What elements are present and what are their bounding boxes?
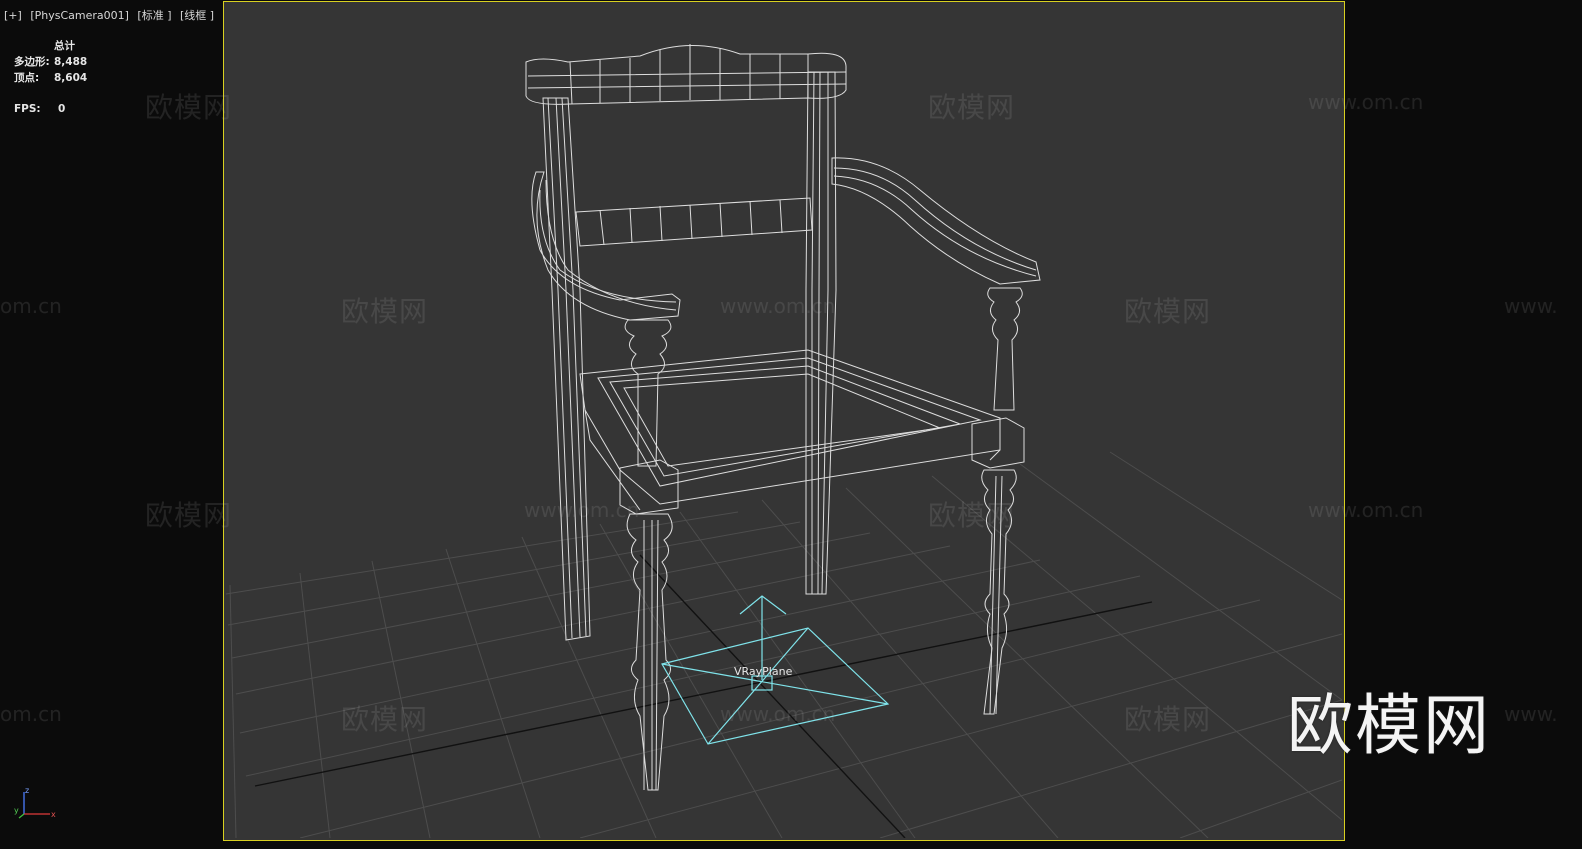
vertices-label: 顶点:	[14, 72, 40, 84]
watermark-url-fragment: www.	[1504, 294, 1558, 318]
watermark-brand: 欧模网	[928, 499, 1016, 532]
brand-logo: 欧模网	[1287, 687, 1491, 764]
viewport-label[interactable]: [+] [PhysCamera001] [标准 ] [线框 ]	[4, 7, 219, 23]
watermark-url: www.om.cn	[720, 702, 836, 726]
watermark-url-fragment: om.cn	[0, 294, 62, 318]
axis-y-label: y	[14, 806, 19, 815]
axis-z-label: z	[25, 786, 29, 795]
scene-statistics: 总计 多边形: 8,488 顶点: 8,604 FPS: 0	[14, 38, 87, 117]
viewport-plus-menu[interactable]: [+]	[4, 9, 22, 22]
viewport-shading-menu[interactable]: [标准 ]	[137, 9, 171, 22]
watermark-url-fragment: om.cn	[0, 702, 62, 726]
stats-header: 总计	[54, 40, 75, 52]
vray-plane-label: VRayPlane	[734, 665, 793, 678]
watermark-url: www.om.cn	[524, 498, 640, 522]
watermark-brand: 欧模网	[341, 703, 429, 736]
fps-label: FPS:	[14, 103, 41, 115]
viewport-display-menu[interactable]: [线框 ]	[180, 9, 214, 22]
polygons-row: 多边形: 8,488	[14, 54, 87, 70]
watermark-url: www.om.cn	[1308, 498, 1424, 522]
watermark-url: www.om.cn	[1308, 90, 1424, 114]
watermark-brand: 欧模网	[1124, 295, 1212, 328]
ground-grid	[225, 451, 1342, 838]
viewport-camera-menu[interactable]: [PhysCamera001]	[30, 9, 129, 22]
watermark-brand: 欧模网	[145, 91, 233, 124]
3d-viewport[interactable]: [+] [PhysCamera001] [标准 ] [线框 ] 总计 多边形: …	[0, 0, 1582, 849]
watermark-brand: 欧模网	[1124, 703, 1212, 736]
watermark-brand: 欧模网	[341, 295, 429, 328]
watermark-brand: 欧模网	[928, 91, 1016, 124]
polygons-value: 8,488	[54, 56, 88, 68]
watermark-brand: 欧模网	[145, 499, 233, 532]
watermark-url: www.om.cn	[720, 294, 836, 318]
axis-tripod-icon: z y x	[14, 786, 56, 819]
watermark-url-fragment: www.	[1504, 702, 1558, 726]
fps-row: FPS: 0	[14, 101, 87, 117]
vertices-value: 8,604	[54, 72, 88, 84]
vertices-row: 顶点: 8,604	[14, 70, 87, 86]
fps-value: 0	[58, 103, 66, 115]
axis-x-label: x	[51, 810, 56, 819]
polygons-label: 多边形:	[14, 56, 50, 68]
